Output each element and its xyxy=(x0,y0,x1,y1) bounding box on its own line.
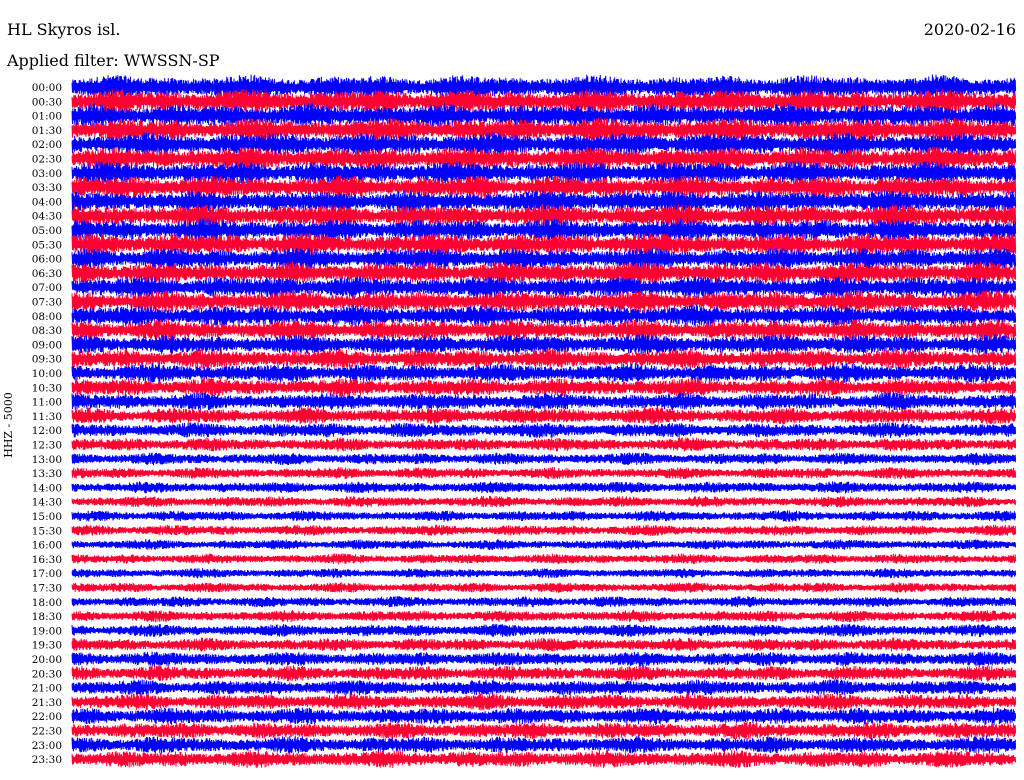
trace-row-1100 xyxy=(71,392,1017,411)
tick-label-1300: 13:00 xyxy=(32,454,62,466)
trace-row-1130 xyxy=(71,407,1017,425)
trace-row-1030 xyxy=(71,377,1017,397)
tick-label-1330: 13:30 xyxy=(32,468,62,480)
trace-row-1230 xyxy=(71,437,1017,452)
trace-row-2230 xyxy=(71,721,1017,740)
tick-label-2200: 22:00 xyxy=(32,711,62,723)
trace-row-1730 xyxy=(71,582,1017,593)
tick-label-0330: 03:30 xyxy=(32,182,62,194)
trace-row-1300 xyxy=(71,452,1017,466)
tick-label-0100: 01:00 xyxy=(32,111,62,123)
trace-row-2130 xyxy=(71,693,1017,711)
trace-row-1600 xyxy=(71,539,1017,550)
tick-label-1930: 19:30 xyxy=(32,640,62,652)
tick-label-1000: 10:00 xyxy=(32,368,62,380)
tick-label-1700: 17:00 xyxy=(32,568,62,580)
trace-row-1900 xyxy=(71,623,1017,638)
tick-label-0130: 01:30 xyxy=(32,125,62,137)
trace-row-2330 xyxy=(71,750,1017,769)
trace-row-2030 xyxy=(71,665,1017,682)
trace-row-1430 xyxy=(71,495,1017,508)
tick-label-1600: 16:00 xyxy=(32,540,62,552)
tick-label-1800: 18:00 xyxy=(32,597,62,609)
tick-label-2130: 21:30 xyxy=(32,697,62,709)
tick-label-0000: 00:00 xyxy=(32,82,62,94)
trace-row-1800 xyxy=(71,595,1017,608)
trace-row-2000 xyxy=(71,651,1017,667)
tick-label-1830: 18:30 xyxy=(32,611,62,623)
trace-row-2100 xyxy=(71,679,1017,696)
trace-row-1830 xyxy=(71,609,1017,623)
trace-row-1700 xyxy=(71,568,1017,579)
tick-label-1100: 11:00 xyxy=(32,397,62,409)
trace-row-1630 xyxy=(71,553,1017,565)
tick-label-0300: 03:00 xyxy=(32,168,62,180)
tick-label-1630: 16:30 xyxy=(32,554,62,566)
tick-label-0800: 08:00 xyxy=(32,311,62,323)
tick-label-2100: 21:00 xyxy=(32,683,62,695)
tick-label-0430: 04:30 xyxy=(32,211,62,223)
tick-label-2330: 23:30 xyxy=(32,754,62,766)
trace-row-2300 xyxy=(71,735,1017,754)
trace-row-1400 xyxy=(71,481,1017,494)
trace-group xyxy=(71,74,1017,769)
tick-label-1130: 11:30 xyxy=(32,411,62,423)
tick-label-1400: 14:00 xyxy=(32,482,62,494)
trace-row-1530 xyxy=(71,524,1017,537)
tick-label-1900: 19:00 xyxy=(32,625,62,637)
tick-label-1030: 10:30 xyxy=(32,382,62,394)
tick-label-0900: 09:00 xyxy=(32,339,62,351)
helicorder-plot: 00:00 00:30 01:00 01:30 02:00 02:30 03:00 03:30… xyxy=(32,74,1017,769)
tick-label-1530: 15:30 xyxy=(32,525,62,537)
tick-label-0200: 02:00 xyxy=(32,139,62,151)
trace-row-1330 xyxy=(71,466,1017,480)
tick-label-0830: 08:30 xyxy=(32,325,62,337)
trace-row-1200 xyxy=(71,422,1017,439)
tick-label-0700: 07:00 xyxy=(32,282,62,294)
tick-label-1430: 14:30 xyxy=(32,497,62,509)
tick-label-0630: 06:30 xyxy=(32,268,62,280)
tick-label-1230: 12:30 xyxy=(32,440,62,452)
tick-label-group: 00:00 00:30 01:00 01:30 02:00 02:30 03:00 03:30… xyxy=(32,82,62,766)
tick-label-1500: 15:00 xyxy=(32,511,62,523)
tick-label-0530: 05:30 xyxy=(32,239,62,251)
tick-label-1730: 17:30 xyxy=(32,583,62,595)
trace-row-0600 xyxy=(71,247,1017,271)
trace-row-2200 xyxy=(71,707,1017,726)
trace-row-1930 xyxy=(71,637,1017,652)
tick-label-2030: 20:30 xyxy=(32,668,62,680)
tick-label-0600: 06:00 xyxy=(32,254,62,266)
tick-label-0400: 04:00 xyxy=(32,196,62,208)
tick-label-2230: 22:30 xyxy=(32,726,62,738)
tick-label-2300: 23:00 xyxy=(32,740,62,752)
tick-label-2000: 20:00 xyxy=(32,654,62,666)
trace-row-1500 xyxy=(71,510,1017,522)
tick-label-0230: 02:30 xyxy=(32,154,62,166)
filter-label: Applied filter: WWSSN-SP xyxy=(7,51,220,70)
tick-label-0930: 09:30 xyxy=(32,354,62,366)
tick-label-0730: 07:30 xyxy=(32,297,62,309)
tick-label-0030: 00:30 xyxy=(32,96,62,108)
tick-label-1200: 12:00 xyxy=(32,425,62,437)
tick-label-0500: 05:00 xyxy=(32,225,62,237)
